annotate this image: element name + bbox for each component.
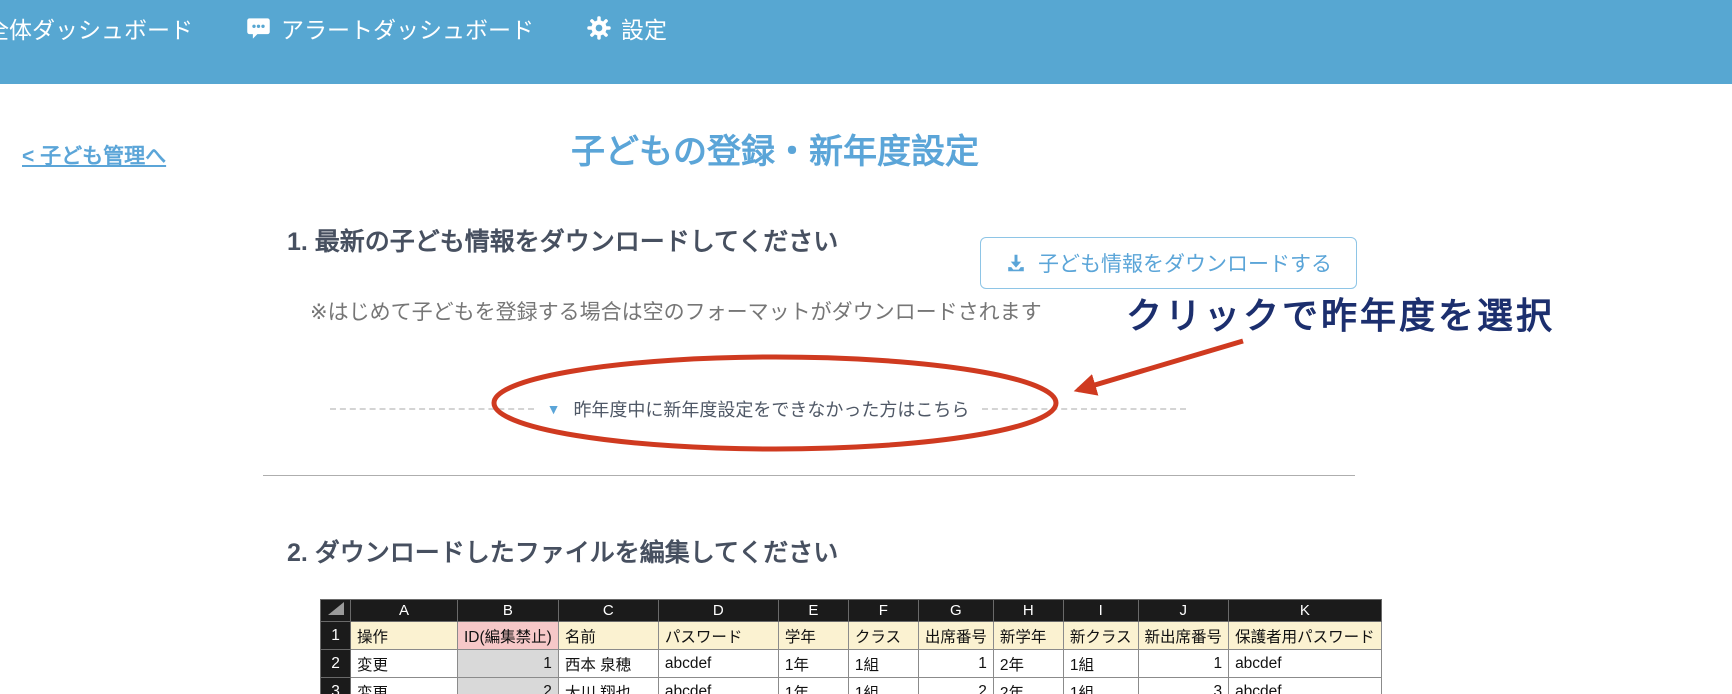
download-icon (1005, 252, 1027, 274)
left-dashed-line (330, 408, 534, 410)
nav-overall-dashboard-label: 全体ダッシュボード (0, 17, 193, 43)
column-letters-row: A B C D E F G H I J K (320, 599, 1382, 622)
back-to-child-management-link[interactable]: < 子ども管理へ (22, 140, 166, 170)
annotation-click-select-last-year: クリックで昨年度を選択 (1126, 295, 1556, 336)
download-button-label: 子ども情報をダウンロードする (1038, 253, 1332, 276)
section2-heading: 2. ダウンロードしたファイルを編集してください (287, 539, 839, 567)
spreadsheet-preview: A B C D E F G H I J K 1 操作 ID(編集禁止) 名前 パ… (320, 599, 1382, 694)
nav-item-alert-dashboard[interactable]: アラートダッシュボード (245, 11, 534, 45)
right-dashed-line (982, 408, 1187, 410)
nav-item-overall-dashboard[interactable]: 全体ダッシュボード (0, 11, 193, 45)
sheet-data-row: 3 変更 2 大川 翔也 abcdef 1年 1組 2 2年 1組 3 abcd… (320, 677, 1382, 694)
nav-settings-label: 設定 (621, 17, 667, 43)
sheet-header-row: 1 操作 ID(編集禁止) 名前 パスワード 学年 クラス 出席番号 新学年 新… (320, 621, 1382, 650)
download-child-info-button[interactable]: 子ども情報をダウンロードする (980, 237, 1357, 289)
first-time-note: ※はじめて子どもを登録する場合は空のフォーマットがダウンロードされます (310, 301, 1042, 324)
section-divider (263, 475, 1355, 476)
select-all-corner (320, 599, 351, 622)
section1-heading: 1. 最新の子ども情報をダウンロードしてください (287, 228, 839, 256)
caret-down-icon: ▼ (546, 401, 561, 417)
red-circle-and-arrow-annotation (491, 338, 1244, 452)
chat-icon (245, 15, 272, 42)
nav-alert-dashboard-label: アラートダッシュボード (281, 17, 534, 43)
previous-year-toggle-label: 昨年度中に新年度設定をできなかった方はこちら (573, 400, 970, 420)
page-title: 子どもの登録・新年度設定 (571, 133, 979, 171)
previous-year-toggle-link[interactable]: ▼ 昨年度中に新年度設定をできなかった方はこちら (330, 396, 1187, 422)
red-arrow (1073, 338, 1244, 396)
gear-icon (586, 15, 612, 41)
sheet-data-row: 2 変更 1 西本 泉穂 abcdef 1年 1組 1 2年 1組 1 abcd… (320, 649, 1382, 678)
page: 全体ダッシュボード アラートダッシュボード 設定 < 子ども管理へ 子どもの登録… (0, 0, 1732, 694)
top-navbar: 全体ダッシュボード アラートダッシュボード 設定 (0, 0, 1732, 84)
nav-item-settings[interactable]: 設定 (586, 11, 667, 45)
